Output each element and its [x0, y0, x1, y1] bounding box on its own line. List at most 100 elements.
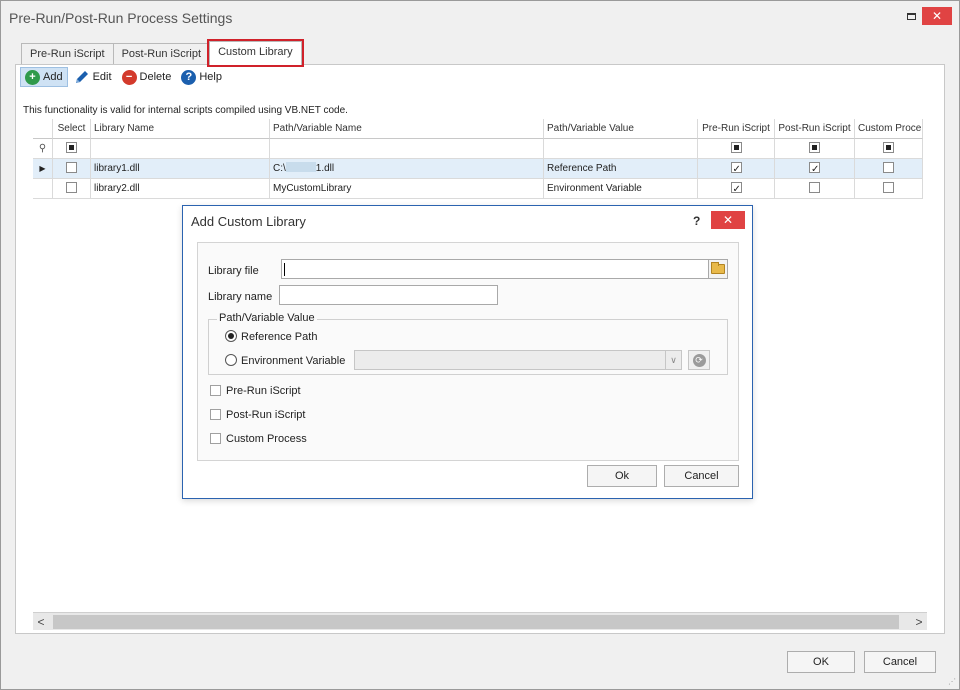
window-close-button[interactable]: ✕: [922, 7, 952, 25]
filter-path-name[interactable]: [270, 139, 544, 159]
delete-button[interactable]: − Delete: [118, 67, 176, 87]
ok-button[interactable]: OK: [787, 651, 855, 673]
filter-pre-run[interactable]: [698, 139, 775, 159]
row-indicator: ▶: [33, 159, 53, 179]
post-run-cell[interactable]: [775, 179, 855, 199]
pre-run-option[interactable]: Pre-Run iScript: [210, 384, 301, 397]
environment-variable-radio[interactable]: Environment Variable: [225, 354, 346, 367]
help-label: Help: [199, 71, 222, 83]
maximize-button[interactable]: [900, 7, 922, 25]
filter-checkbox[interactable]: [730, 141, 742, 153]
path-name-cell[interactable]: MyCustomLibrary: [270, 179, 544, 199]
post-run-checkbox[interactable]: [809, 160, 820, 178]
column-header-pre-run[interactable]: Pre-Run iScript: [698, 119, 775, 139]
custom-process-option[interactable]: Custom Process: [210, 432, 307, 445]
maximize-icon: [906, 12, 916, 20]
info-text: This functionality is valid for internal…: [23, 105, 348, 116]
tab-post-run-iscript[interactable]: Post-Run iScript: [112, 43, 211, 65]
pre-run-checkbox[interactable]: [210, 384, 221, 396]
scroll-left-arrow[interactable]: <: [33, 613, 49, 631]
add-button[interactable]: + Add: [20, 67, 68, 87]
environment-variable-label: Environment Variable: [241, 355, 346, 367]
path-suffix: 1.dll: [315, 163, 335, 174]
folder-icon: [711, 262, 725, 274]
filter-library-name[interactable]: [91, 139, 270, 159]
dialog-body: Library file Library name Path/Variable …: [197, 242, 739, 461]
post-run-checkbox[interactable]: [210, 408, 221, 420]
horizontal-scrollbar[interactable]: < >: [33, 612, 927, 630]
library-name-cell[interactable]: library2.dll: [91, 179, 270, 199]
tab-custom-library[interactable]: Custom Library: [207, 39, 304, 67]
column-header-select[interactable]: Select: [53, 119, 91, 139]
path-name-cell[interactable]: C:\ 1.dll: [270, 159, 544, 179]
dialog-ok-button[interactable]: Ok: [587, 465, 657, 487]
custom-checkbox[interactable]: [883, 161, 894, 173]
table-row[interactable]: library2.dll MyCustomLibrary Environment…: [33, 179, 923, 199]
resize-grip[interactable]: ⋰: [948, 677, 956, 686]
dialog-cancel-button[interactable]: Cancel: [664, 465, 739, 487]
edit-label: Edit: [92, 71, 112, 83]
tab-pre-run-iscript[interactable]: Pre-Run iScript: [21, 43, 114, 65]
reference-path-label: Reference Path: [241, 331, 318, 343]
scroll-thumb[interactable]: [53, 615, 899, 629]
title-bar: Pre-Run/Post-Run Process Settings ✕: [1, 1, 959, 35]
path-value-cell[interactable]: Environment Variable: [544, 179, 698, 199]
filter-checkbox[interactable]: [66, 141, 77, 153]
column-header-custom-process[interactable]: Custom Proce: [855, 119, 923, 139]
dialog-close-button[interactable]: ✕: [711, 211, 745, 229]
scroll-right-arrow[interactable]: >: [911, 613, 927, 631]
row-indicator: [33, 179, 53, 199]
custom-cell[interactable]: [855, 179, 923, 199]
pencil-icon: [75, 71, 88, 83]
minus-icon: −: [121, 69, 137, 85]
radio-selected-icon: [225, 330, 237, 343]
reference-path-radio[interactable]: Reference Path: [225, 330, 318, 343]
column-header-path-value[interactable]: Path/Variable Value: [544, 119, 698, 139]
custom-checkbox[interactable]: [883, 181, 894, 193]
filter-path-value[interactable]: [544, 139, 698, 159]
cancel-button[interactable]: Cancel: [864, 651, 936, 673]
filter-post-run[interactable]: [775, 139, 855, 159]
tab-strip: Pre-Run iScript Post-Run iScript Custom …: [21, 39, 304, 67]
pre-run-cell[interactable]: [698, 159, 775, 179]
library-name-input[interactable]: [279, 285, 498, 305]
post-run-option[interactable]: Post-Run iScript: [210, 408, 305, 421]
select-checkbox[interactable]: [66, 181, 77, 193]
post-run-checkbox[interactable]: [809, 181, 820, 193]
path-prefix: C:\: [273, 163, 286, 174]
table-row[interactable]: ▶ library1.dll C:\ 1.dll Reference Path: [33, 159, 923, 179]
refresh-button[interactable]: ⟳: [688, 350, 710, 370]
filter-checkbox[interactable]: [809, 141, 820, 153]
custom-process-checkbox[interactable]: [210, 432, 221, 444]
custom-cell[interactable]: [855, 159, 923, 179]
pre-run-checkbox[interactable]: [730, 180, 742, 198]
filter-select[interactable]: [53, 139, 91, 159]
post-run-cell[interactable]: [775, 159, 855, 179]
environment-variable-select[interactable]: ∨: [354, 350, 682, 370]
main-window: Pre-Run/Post-Run Process Settings ✕ Pre-…: [0, 0, 960, 690]
select-checkbox[interactable]: [66, 161, 77, 173]
header-indicator: [33, 119, 53, 139]
custom-process-label: Custom Process: [226, 433, 307, 445]
filter-custom[interactable]: [855, 139, 923, 159]
column-header-post-run[interactable]: Post-Run iScript: [775, 119, 855, 139]
help-button[interactable]: ? Help: [177, 67, 226, 87]
chevron-down-icon: ∨: [665, 351, 681, 369]
radio-unselected-icon: [225, 354, 237, 367]
row-select[interactable]: [53, 179, 91, 199]
browse-button[interactable]: [708, 259, 728, 279]
pre-run-cell[interactable]: [698, 179, 775, 199]
path-variable-group: Path/Variable Value Reference Path Envir…: [208, 312, 728, 375]
edit-button[interactable]: Edit: [70, 67, 116, 87]
path-value-cell[interactable]: Reference Path: [544, 159, 698, 179]
column-header-path-name[interactable]: Path/Variable Name: [270, 119, 544, 139]
add-custom-library-dialog: Add Custom Library ? ✕ Library file Libr…: [182, 205, 753, 499]
question-icon: ?: [181, 69, 197, 85]
library-file-input[interactable]: [281, 259, 711, 279]
library-name-cell[interactable]: library1.dll: [91, 159, 270, 179]
pre-run-checkbox[interactable]: [730, 160, 742, 178]
filter-checkbox[interactable]: [883, 141, 894, 153]
dialog-help-button[interactable]: ?: [693, 214, 700, 228]
row-select[interactable]: [53, 159, 91, 179]
column-header-library-name[interactable]: Library Name: [91, 119, 270, 139]
